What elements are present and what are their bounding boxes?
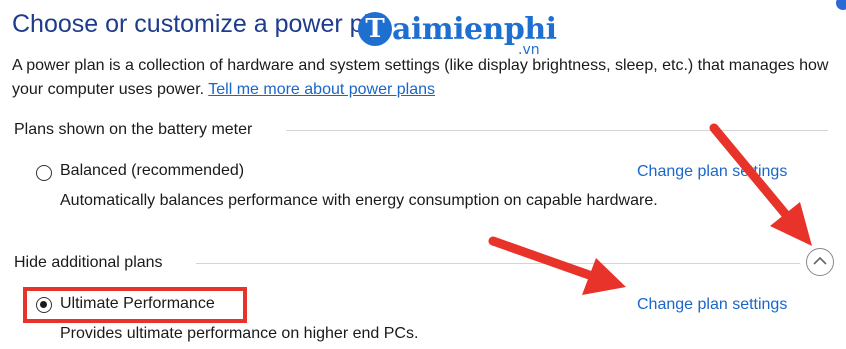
chevron-up-icon[interactable]: [806, 248, 834, 276]
additional-section-divider: [196, 263, 800, 264]
annotation-highlight-box: [23, 287, 247, 323]
additional-section-label[interactable]: Hide additional plans: [14, 254, 163, 272]
balanced-plan-name[interactable]: Balanced (recommended): [60, 162, 244, 180]
ultimate-change-settings-link[interactable]: Change plan settings: [637, 296, 787, 314]
page-title: Choose or customize a power pla: [12, 10, 384, 38]
page-description: A power plan is a collection of hardware…: [12, 54, 832, 102]
help-icon[interactable]: [836, 0, 846, 10]
battery-section-label: Plans shown on the battery meter: [14, 121, 253, 138]
learn-more-link[interactable]: Tell me more about power plans: [208, 81, 435, 98]
balanced-radio[interactable]: [36, 165, 52, 181]
watermark-logo: T aimienphi .vn: [352, 4, 562, 58]
balanced-plan-description: Automatically balances performance with …: [60, 192, 658, 209]
ultimate-performance-plan-description: Provides ultimate performance on higher …: [60, 325, 419, 342]
annotation-arrow-to-change-settings: [488, 236, 626, 295]
watermark-letter: T: [358, 12, 392, 46]
balanced-change-settings-link[interactable]: Change plan settings: [637, 163, 787, 181]
annotation-arrow-to-toggle: [709, 123, 812, 246]
battery-section-divider: [286, 130, 828, 131]
